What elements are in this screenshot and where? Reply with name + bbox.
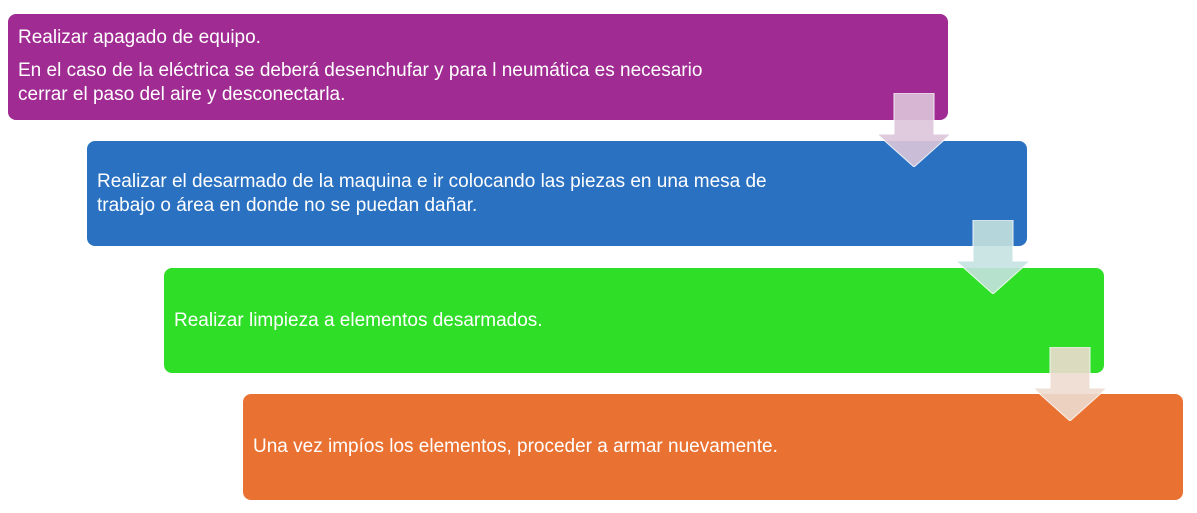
step-1-text-line-2: En el caso de la eléctrica se deberá des… xyxy=(18,60,703,81)
step-2-text-line-2: trabajo o área en donde no se puedan dañ… xyxy=(97,194,478,216)
step-1-title: Realizar apagado de equipo. xyxy=(18,27,261,48)
down-arrow-icon xyxy=(1033,347,1107,421)
step-1-box: Realizar apagado de equipo. En el caso d… xyxy=(8,14,948,120)
down-arrow-icon xyxy=(877,93,951,167)
step-1-text-line-3: cerrar el paso del aire y desconectarla. xyxy=(18,84,346,105)
step-2-text-line-1: Realizar el desarmado de la maquina e ir… xyxy=(97,170,767,192)
step-4-text: Una vez impíos los elementos, proceder a… xyxy=(253,436,778,457)
down-arrow-icon xyxy=(956,220,1030,294)
step-3-text: Realizar limpieza a elementos desarmados… xyxy=(174,309,543,331)
